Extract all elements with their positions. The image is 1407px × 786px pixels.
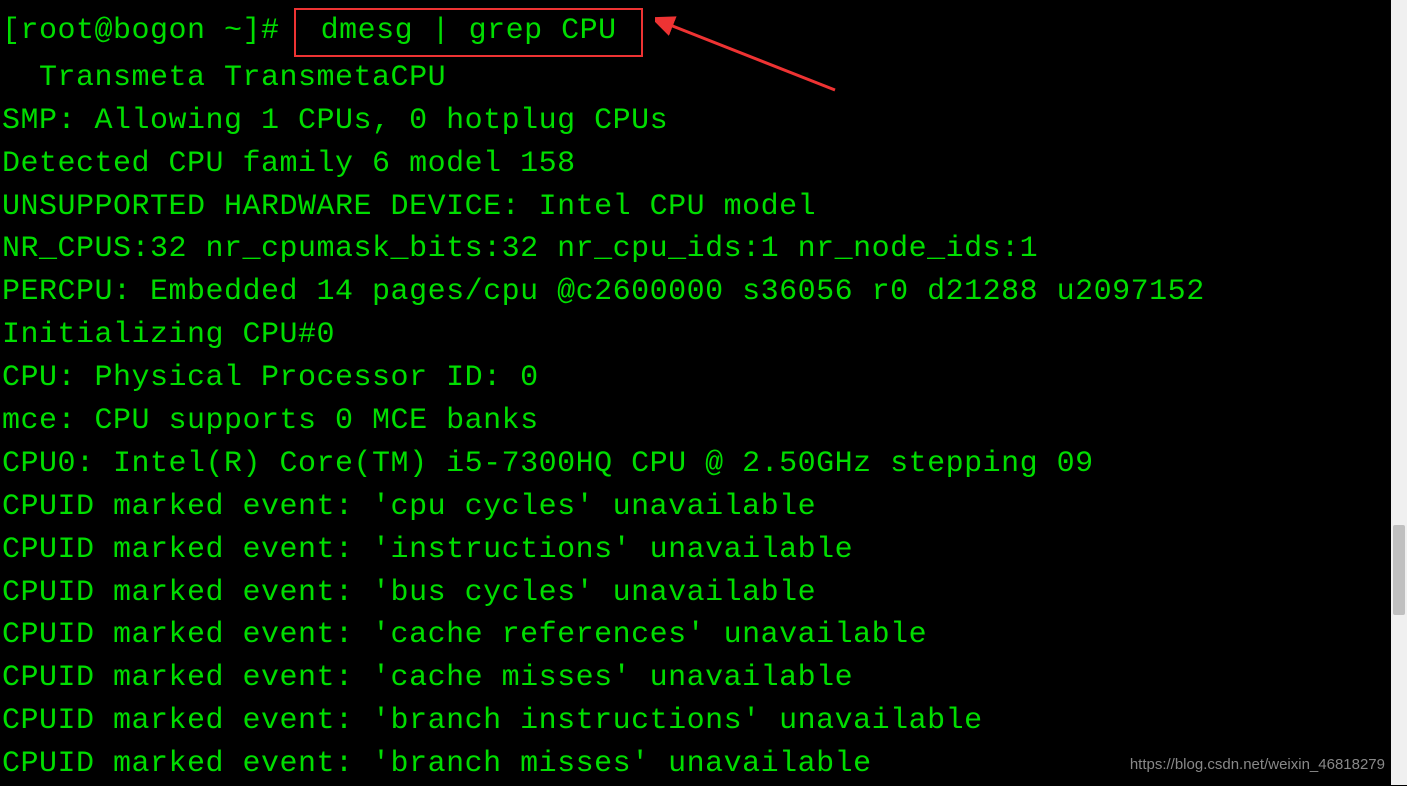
output-line: UNSUPPORTED HARDWARE DEVICE: Intel CPU m…: [2, 186, 1391, 229]
output-line: CPU: Physical Processor ID: 0: [2, 357, 1391, 400]
output-line: SMP: Allowing 1 CPUs, 0 hotplug CPUs: [2, 100, 1391, 143]
output-line: CPUID marked event: 'cpu cycles' unavail…: [2, 486, 1391, 529]
prompt-line: [root@bogon ~]# dmesg | grep CPU: [2, 8, 1391, 57]
output-line: Transmeta TransmetaCPU: [2, 57, 1391, 100]
output-line: NR_CPUS:32 nr_cpumask_bits:32 nr_cpu_ids…: [2, 228, 1391, 271]
output-line: CPUID marked event: 'branch instructions…: [2, 700, 1391, 743]
watermark-text: https://blog.csdn.net/weixin_46818279: [1130, 756, 1385, 773]
output-line: Detected CPU family 6 model 158: [2, 143, 1391, 186]
scrollbar-thumb[interactable]: [1393, 525, 1405, 615]
output-line: Initializing CPU#0: [2, 314, 1391, 357]
output-line: PERCPU: Embedded 14 pages/cpu @c2600000 …: [2, 271, 1391, 314]
command-highlight-box: dmesg | grep CPU: [294, 8, 643, 57]
output-line: CPUID marked event: 'cache misses' unava…: [2, 657, 1391, 700]
output-line: mce: CPU supports 0 MCE banks: [2, 400, 1391, 443]
terminal-output-area[interactable]: [root@bogon ~]# dmesg | grep CPU Transme…: [0, 0, 1391, 785]
scrollbar-track[interactable]: [1391, 0, 1407, 785]
command-text: dmesg | grep CPU: [302, 14, 635, 48]
output-line: CPUID marked event: 'bus cycles' unavail…: [2, 572, 1391, 615]
output-line: CPUID marked event: 'instructions' unava…: [2, 529, 1391, 572]
output-line: CPU0: Intel(R) Core(TM) i5-7300HQ CPU @ …: [2, 443, 1391, 486]
shell-prompt: [root@bogon ~]#: [2, 14, 280, 48]
output-line: CPUID marked event: 'cache references' u…: [2, 614, 1391, 657]
